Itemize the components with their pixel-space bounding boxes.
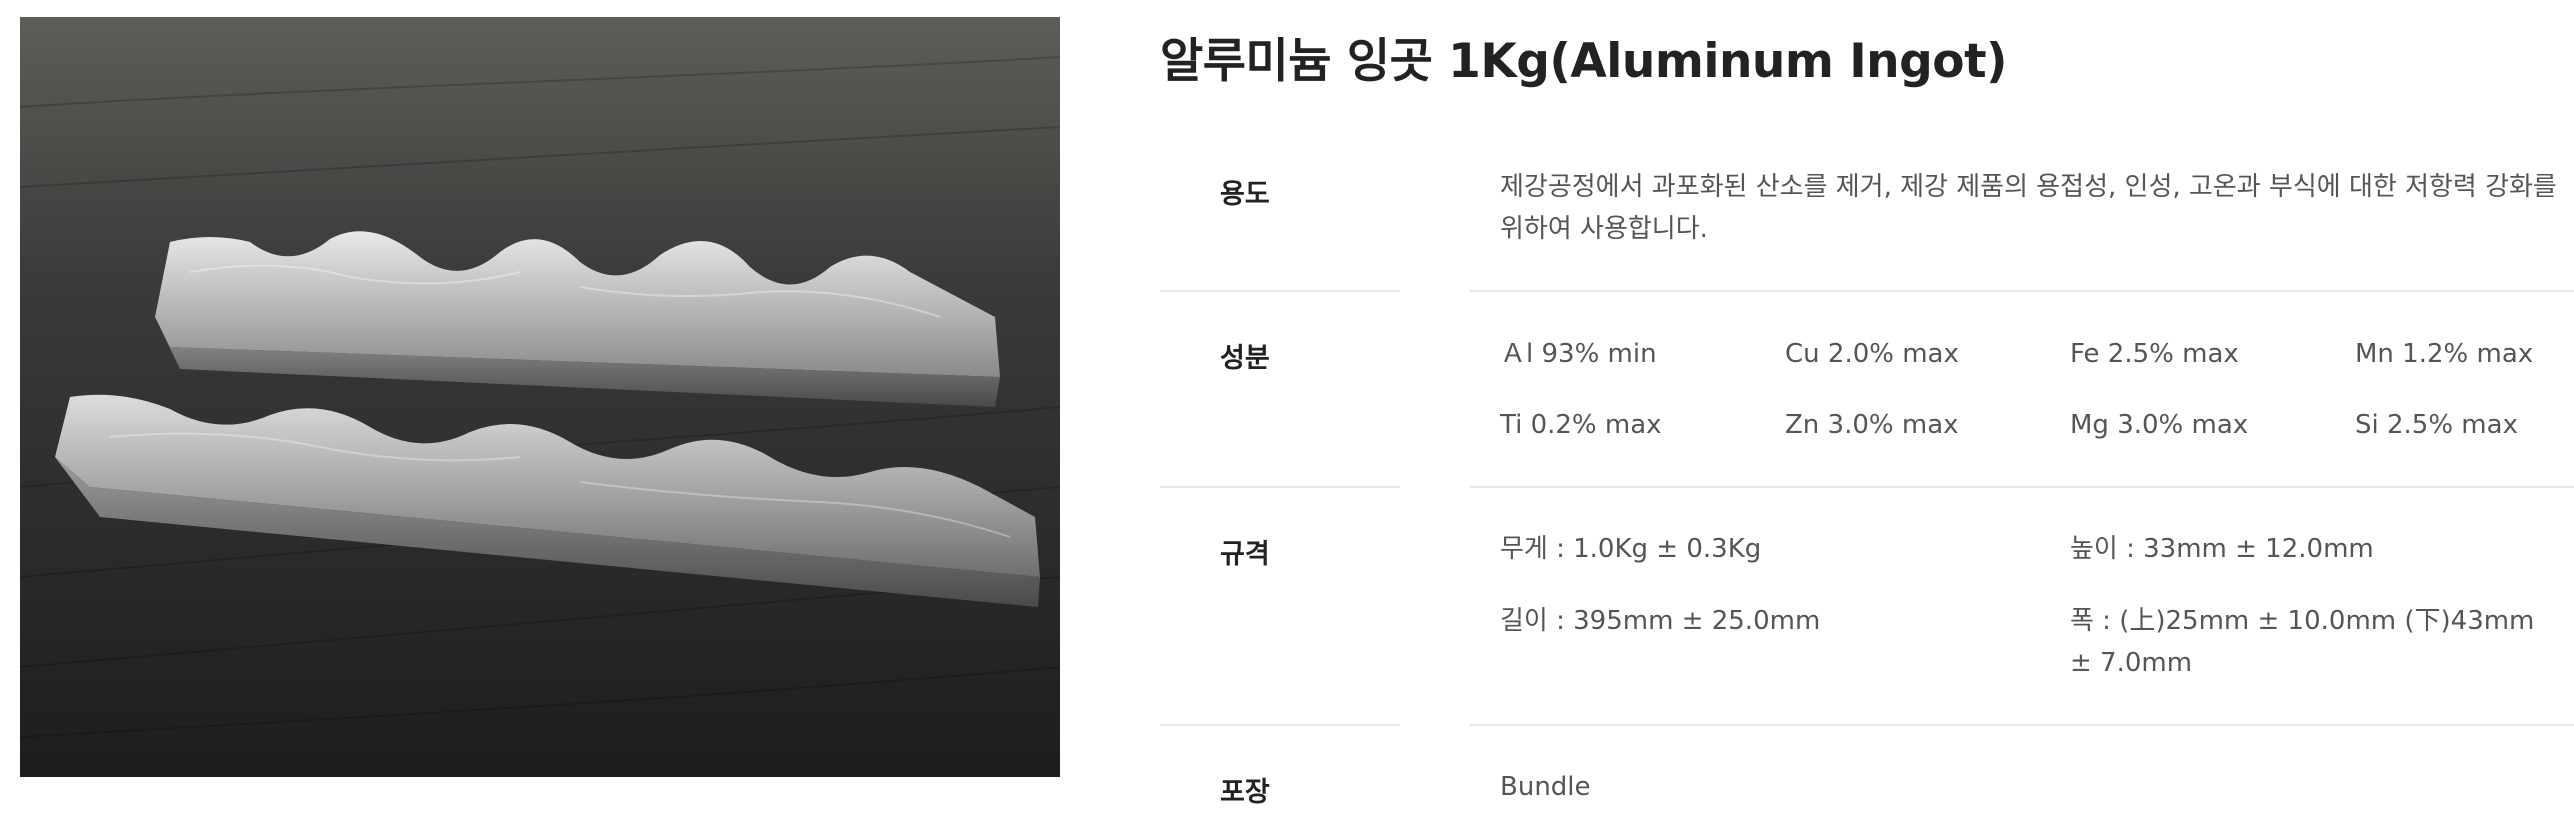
usage-label: 용도	[1220, 179, 1270, 210]
packaging-text: Bundle	[1500, 772, 1591, 802]
divider	[1470, 290, 2574, 292]
composition-item: Mg 3.0% max	[2070, 410, 2249, 440]
composition-label: 성분	[1220, 343, 1270, 374]
composition-item: Ａl 93% min	[1500, 339, 1657, 369]
length-value: 길이 : 395mm ± 25.0mm	[1500, 606, 1821, 636]
divider	[1470, 724, 2574, 726]
product-title: 알루미늄 잉곳 1Kg(Aluminum Ingot)	[1160, 34, 2008, 89]
composition-item: Cu 2.0% max	[1785, 339, 1959, 369]
aluminum-ingot-photo	[20, 17, 1060, 777]
composition-item: Si 2.5% max	[2355, 410, 2518, 440]
composition-grid: Ａl 93% min Cu 2.0% max Fe 2.5% max Mn 1.…	[1500, 333, 2564, 446]
product-detail-page: 알루미늄 잉곳 1Kg(Aluminum Ingot) 용도 제강공정에서 과포…	[0, 0, 2574, 830]
composition-item: Ti 0.2% max	[1500, 410, 1662, 440]
composition-item: Fe 2.5% max	[2070, 339, 2239, 369]
weight-value: 무게 : 1.0Kg ± 0.3Kg	[1500, 534, 1762, 564]
height-value: 높이 : 33mm ± 12.0mm	[2070, 534, 2374, 564]
usage-text: 제강공정에서 과포화된 산소를 제거, 제강 제품의 용접성, 인성, 고온과 …	[1500, 172, 2557, 244]
divider	[1160, 486, 1400, 488]
divider	[1470, 486, 2574, 488]
specification-grid: 무게 : 1.0Kg ± 0.3Kg 높이 : 33mm ± 12.0mm 길이…	[1500, 528, 2564, 684]
specification-label: 규격	[1220, 539, 1270, 570]
packaging-label: 포장	[1220, 777, 1270, 808]
divider	[1160, 724, 1400, 726]
composition-item: Zn 3.0% max	[1785, 410, 1959, 440]
composition-item: Mn 1.2% max	[2355, 339, 2534, 369]
divider	[1160, 290, 1400, 292]
width-value: 폭 : (上)25mm ± 10.0mm (下)43mm ± 7.0mm	[2070, 606, 2535, 678]
product-image	[20, 17, 1060, 777]
